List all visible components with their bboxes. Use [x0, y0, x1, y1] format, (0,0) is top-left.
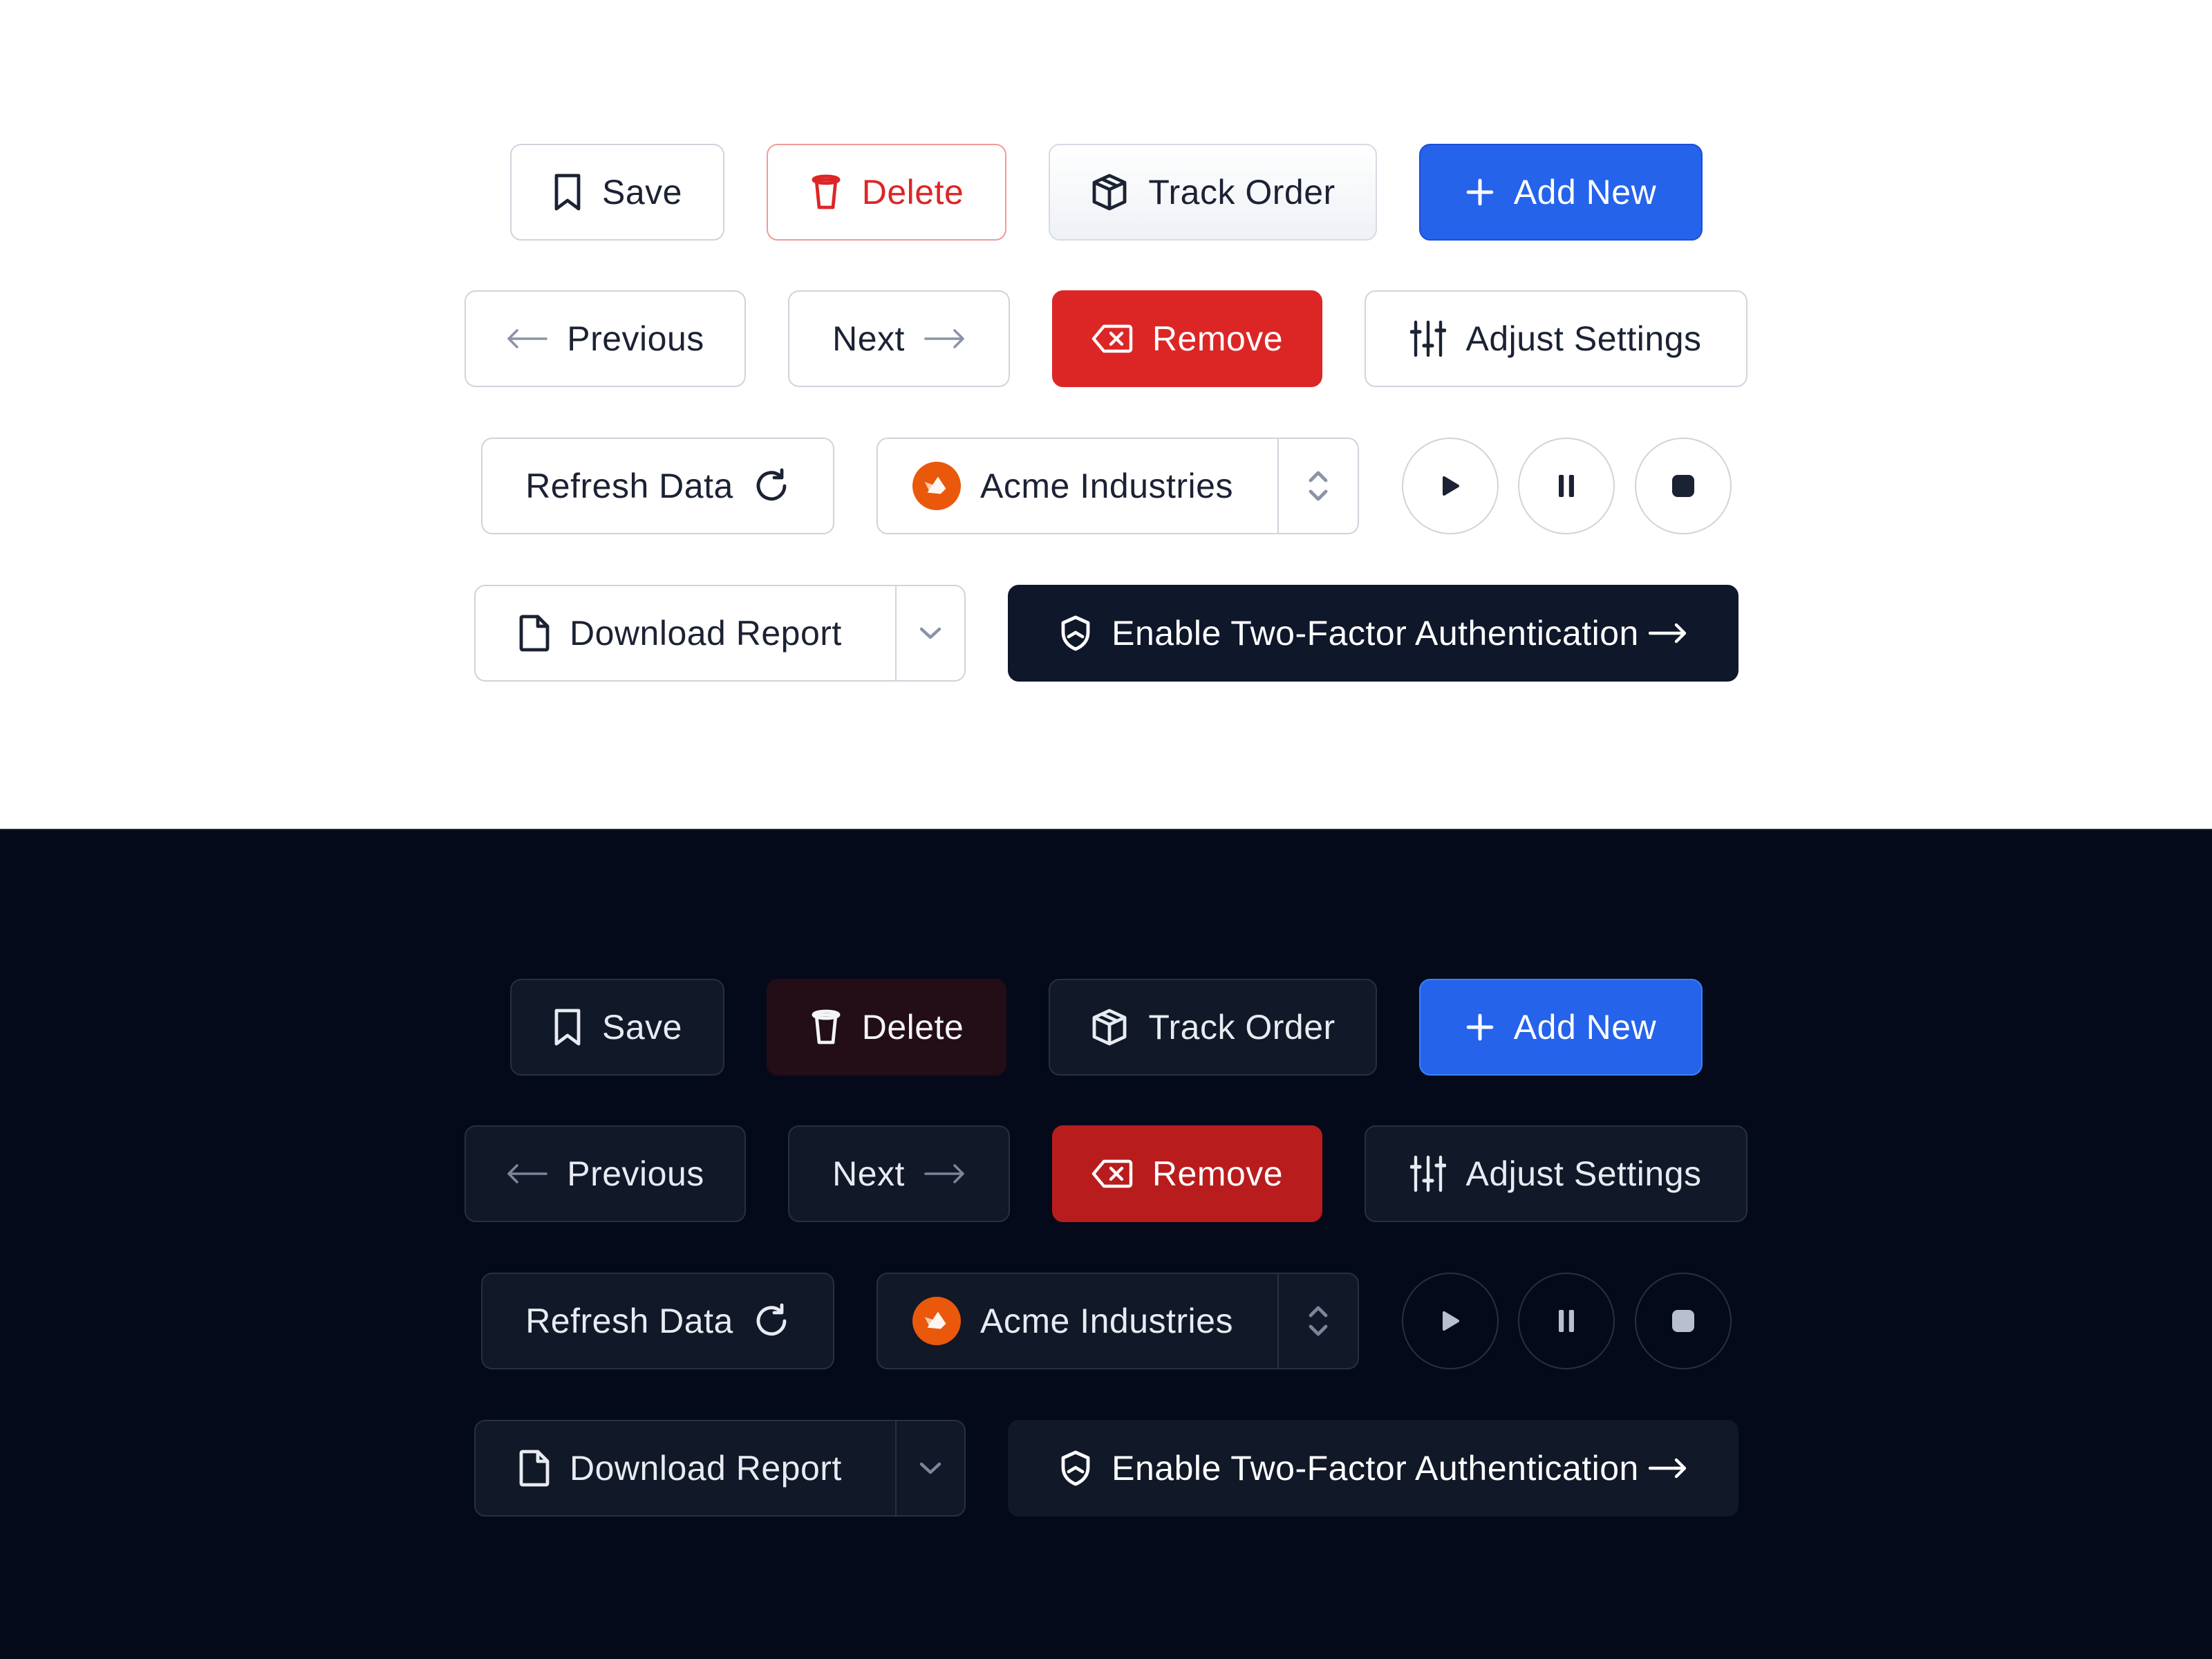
save-label: Save [602, 173, 682, 212]
pause-button[interactable] [1518, 438, 1615, 534]
remove-button[interactable]: Remove [1052, 1125, 1322, 1222]
package-icon [1090, 173, 1129, 212]
refresh-data-button[interactable]: Refresh Data [481, 1273, 834, 1369]
enable-2fa-label: Enable Two-Factor Authentication [1112, 1449, 1639, 1488]
next-label: Next [832, 319, 905, 358]
delete-label: Delete [861, 173, 964, 212]
next-button[interactable]: Next [788, 290, 1010, 387]
company-name: Acme Industries [980, 467, 1233, 505]
track-order-label: Track Order [1148, 1008, 1335, 1047]
company-logo-icon [912, 1297, 961, 1345]
enable-2fa-button[interactable]: Enable Two-Factor Authentication [1008, 1420, 1738, 1517]
stop-button[interactable] [1635, 438, 1732, 534]
company-selector[interactable]: Acme Industries [877, 1273, 1359, 1369]
arrow-left-icon [506, 328, 548, 349]
download-report-label: Download Report [570, 614, 842, 653]
pause-icon [1556, 474, 1577, 498]
plus-icon [1465, 178, 1494, 207]
sliders-icon [1410, 1154, 1447, 1193]
company-selector[interactable]: Acme Industries [877, 438, 1359, 534]
add-new-label: Add New [1513, 1008, 1657, 1047]
remove-label: Remove [1152, 319, 1284, 358]
company-selector-main[interactable]: Acme Industries [878, 1274, 1277, 1368]
trash-icon [809, 1008, 843, 1047]
bookmark-icon [552, 1008, 583, 1047]
play-button[interactable] [1402, 1273, 1499, 1369]
refresh-data-button[interactable]: Refresh Data [481, 438, 834, 534]
bookmark-icon [552, 173, 583, 212]
remove-button[interactable]: Remove [1052, 290, 1322, 387]
delete-button[interactable]: Delete [767, 144, 1006, 241]
previous-label: Previous [567, 319, 704, 358]
previous-button[interactable]: Previous [465, 290, 746, 387]
shield-icon [1059, 1450, 1092, 1487]
next-label: Next [832, 1154, 905, 1193]
previous-label: Previous [567, 1154, 704, 1193]
enable-2fa-button[interactable]: Enable Two-Factor Authentication [1008, 585, 1738, 682]
chevron-down-icon[interactable] [897, 586, 964, 680]
download-report-split-button[interactable]: Download Report [474, 585, 966, 682]
arrow-right-icon [924, 1163, 966, 1184]
chevron-up-down-icon[interactable] [1279, 1274, 1358, 1368]
arrow-left-icon [506, 1163, 548, 1184]
sliders-icon [1410, 319, 1447, 358]
chevron-down-icon[interactable] [897, 1421, 964, 1515]
save-button[interactable]: Save [510, 144, 724, 241]
adjust-settings-label: Adjust Settings [1465, 1154, 1702, 1193]
play-icon [1440, 1309, 1461, 1333]
refresh-data-label: Refresh Data [525, 1302, 733, 1340]
next-button[interactable]: Next [788, 1125, 1010, 1222]
backspace-icon [1091, 1159, 1133, 1189]
play-button[interactable] [1402, 438, 1499, 534]
download-report-label: Download Report [570, 1449, 842, 1488]
company-selector-main[interactable]: Acme Industries [878, 439, 1277, 533]
enable-2fa-label: Enable Two-Factor Authentication [1112, 614, 1639, 653]
download-report-button[interactable]: Download Report [476, 586, 895, 680]
company-name: Acme Industries [980, 1302, 1233, 1340]
arrow-right-icon [1648, 623, 1687, 644]
dark-theme-panel: Save Delete Track Order Add New Previous… [0, 829, 2212, 1659]
backspace-icon [1091, 324, 1133, 354]
refresh-icon [753, 1302, 790, 1340]
shield-icon [1059, 615, 1092, 652]
company-logo-icon [912, 462, 961, 510]
save-label: Save [602, 1008, 682, 1047]
play-icon [1440, 474, 1461, 498]
adjust-settings-button[interactable]: Adjust Settings [1365, 290, 1747, 387]
arrow-right-icon [924, 328, 966, 349]
add-new-button[interactable]: Add New [1419, 144, 1703, 241]
download-report-button[interactable]: Download Report [476, 1421, 895, 1515]
add-new-label: Add New [1513, 173, 1657, 212]
file-icon [518, 1449, 550, 1488]
adjust-settings-label: Adjust Settings [1465, 319, 1702, 358]
stop-button[interactable] [1635, 1273, 1732, 1369]
pause-icon [1556, 1309, 1577, 1333]
delete-label: Delete [861, 1008, 964, 1047]
light-theme-panel: Save Delete Track Order Add New Previous… [0, 0, 2212, 829]
arrow-right-icon [1648, 1458, 1687, 1479]
trash-icon [809, 173, 843, 212]
pause-button[interactable] [1518, 1273, 1615, 1369]
chevron-up-down-icon[interactable] [1279, 439, 1358, 533]
stop-icon [1671, 1309, 1696, 1333]
delete-button[interactable]: Delete [767, 979, 1006, 1076]
file-icon [518, 614, 550, 653]
plus-icon [1465, 1013, 1494, 1042]
refresh-icon [753, 467, 790, 505]
track-order-button[interactable]: Track Order [1049, 979, 1377, 1076]
save-button[interactable]: Save [510, 979, 724, 1076]
stop-icon [1671, 474, 1696, 498]
track-order-label: Track Order [1148, 173, 1335, 212]
previous-button[interactable]: Previous [465, 1125, 746, 1222]
package-icon [1090, 1008, 1129, 1047]
add-new-button[interactable]: Add New [1419, 979, 1703, 1076]
track-order-button[interactable]: Track Order [1049, 144, 1377, 241]
adjust-settings-button[interactable]: Adjust Settings [1365, 1125, 1747, 1222]
refresh-data-label: Refresh Data [525, 467, 733, 505]
remove-label: Remove [1152, 1154, 1284, 1193]
download-report-split-button[interactable]: Download Report [474, 1420, 966, 1517]
